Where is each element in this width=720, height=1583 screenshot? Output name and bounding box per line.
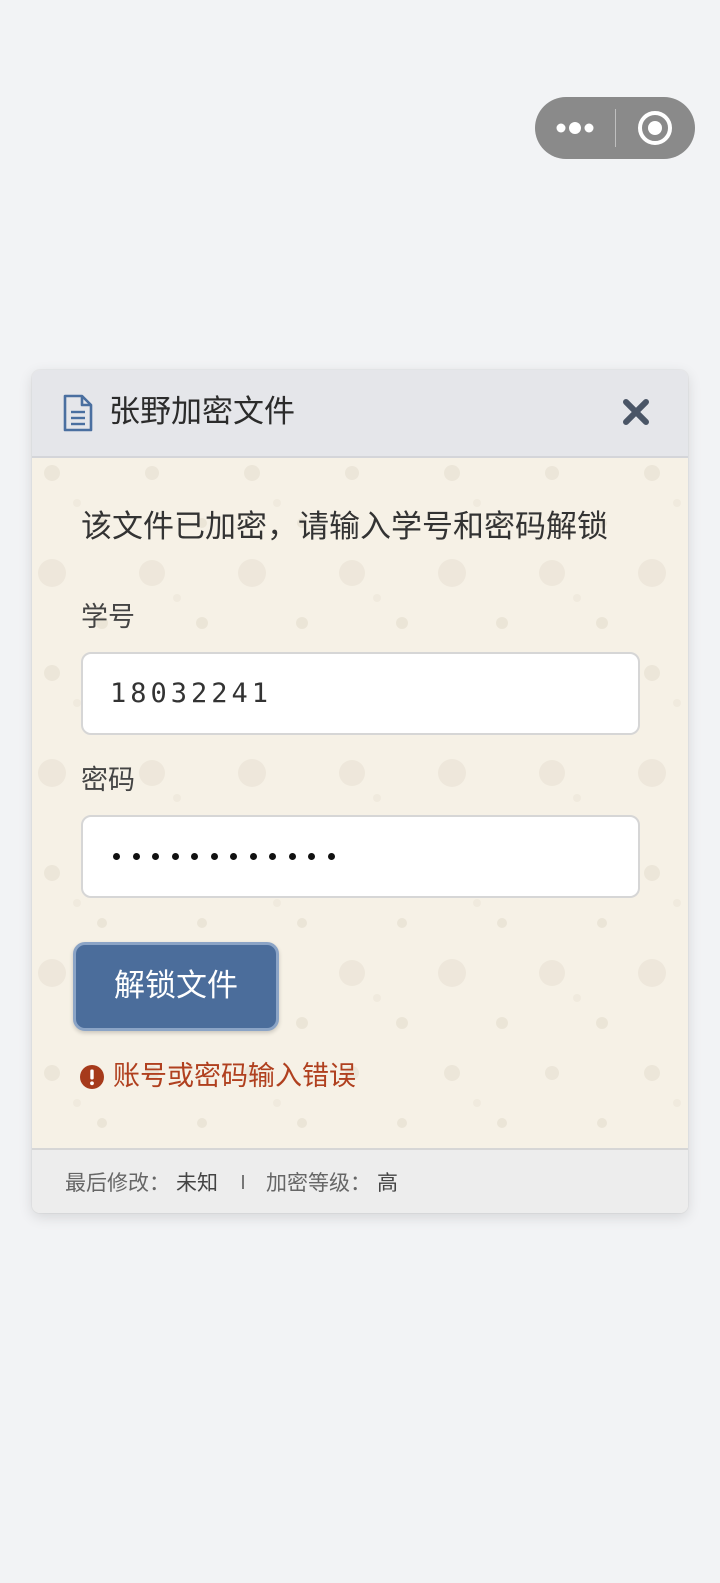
- dialog-body: 该文件已加密，请输入学号和密码解锁 学号 18032241 密码 解锁文件 账号…: [32, 458, 688, 1148]
- password-mask-dot: [113, 853, 120, 860]
- unlock-prompt: 该文件已加密，请输入学号和密码解锁: [81, 509, 608, 545]
- dialog-header: 张野加密文件: [32, 370, 688, 458]
- encrypted-file-dialog: 张野加密文件 该文件已加密，请输入学号和密码解锁 学号 18032241 密码 …: [32, 370, 688, 1213]
- password-mask-dot: [152, 853, 159, 860]
- password-mask-dot: [308, 853, 315, 860]
- last-modified-value: 未知: [176, 1170, 218, 1195]
- password-input[interactable]: [81, 815, 640, 898]
- password-mask-dot: [171, 853, 179, 860]
- password-mask-dot: [269, 853, 276, 860]
- student-id-label: 学号: [81, 602, 135, 633]
- student-id-value: 18032241: [110, 678, 273, 709]
- exclamation-circle-icon: [80, 1065, 104, 1089]
- password-mask-dot: [210, 853, 218, 860]
- document-icon: [63, 394, 93, 432]
- footer-separator: [242, 1174, 244, 1189]
- dialog-title: 张野加密文件: [109, 394, 295, 430]
- close-x-icon[interactable]: [620, 396, 652, 428]
- miniprogram-capsule: [535, 97, 695, 159]
- encryption-level-label: 加密等级：: [266, 1170, 371, 1195]
- password-mask-dot: [132, 853, 140, 860]
- password-mask-dot: [288, 853, 296, 860]
- password-mask: [113, 817, 335, 896]
- dot-pattern-background: [32, 458, 688, 1148]
- target-circle-icon: [638, 111, 673, 145]
- error-text: 账号或密码输入错误: [113, 1061, 356, 1092]
- more-button[interactable]: [535, 97, 615, 159]
- password-label: 密码: [81, 765, 135, 796]
- unlock-file-button[interactable]: 解锁文件: [73, 942, 279, 1031]
- last-modified-label: 最后修改：: [65, 1170, 170, 1195]
- encryption-level-value: 高: [377, 1170, 398, 1195]
- error-message: 账号或密码输入错误: [80, 1058, 356, 1096]
- more-dots-icon: [556, 122, 594, 134]
- capsule-close-button[interactable]: [616, 97, 696, 159]
- password-mask-dot: [230, 853, 237, 860]
- password-mask-dot: [249, 853, 257, 860]
- dialog-footer: 最后修改： 未知 加密等级： 高: [32, 1148, 688, 1213]
- password-mask-dot: [191, 853, 198, 860]
- password-mask-dot: [327, 853, 335, 860]
- student-id-input[interactable]: 18032241: [81, 652, 640, 735]
